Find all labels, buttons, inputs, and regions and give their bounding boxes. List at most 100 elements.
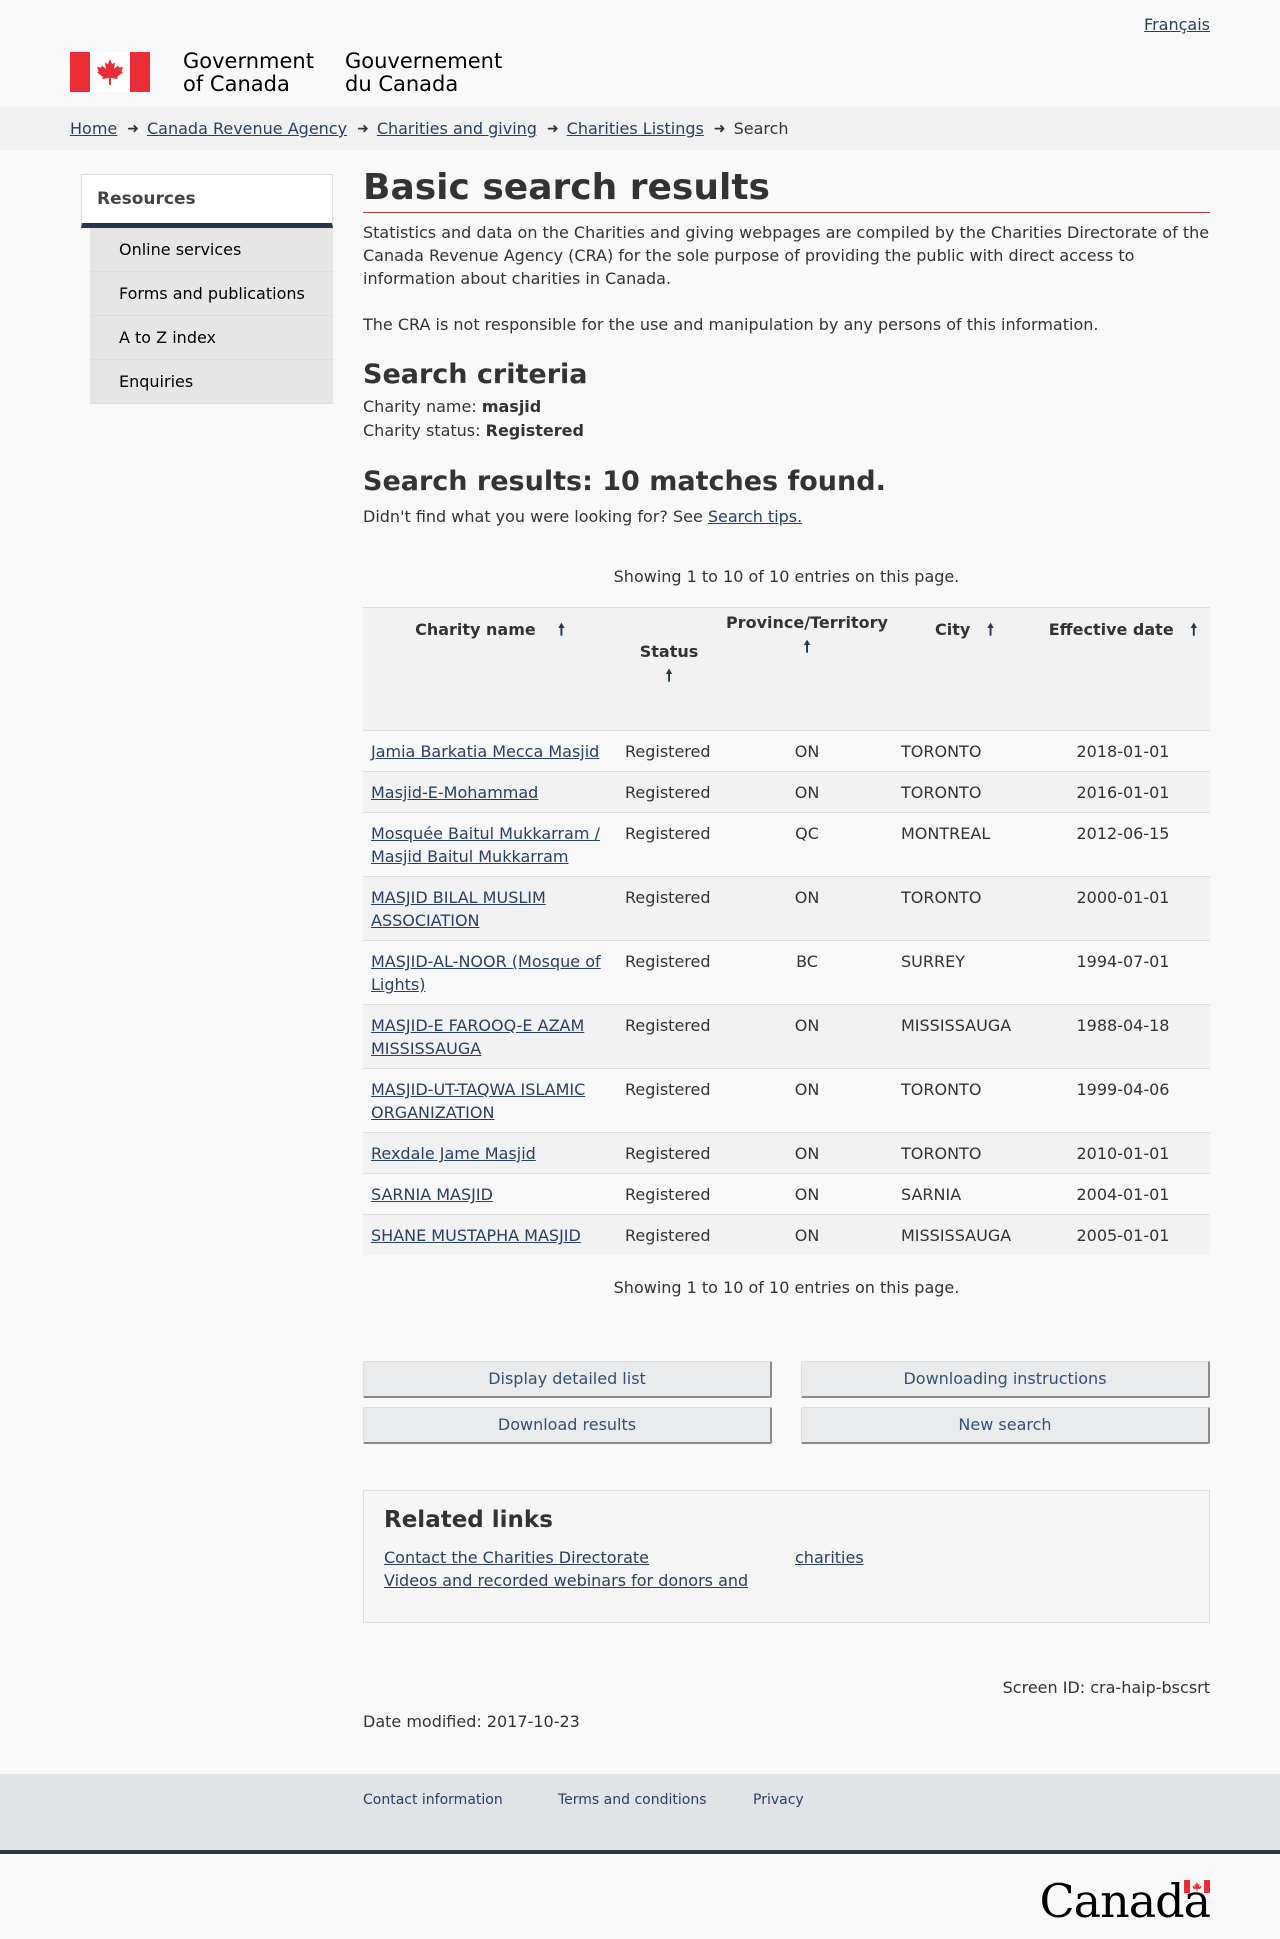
province-cell: ON [794,1144,820,1163]
province-cell: QC [795,824,819,843]
download-results-button[interactable]: Download results [363,1407,772,1444]
sidebar-title[interactable]: Resources [81,174,333,228]
breadcrumb-home[interactable]: Home [70,119,117,138]
search-criteria: Charity name: masjid Charity status: Reg… [363,395,1210,443]
effective-date-cell: 2005-01-01 [1076,1226,1170,1245]
criteria-heading: Search criteria [363,359,588,390]
table-row: SHANE MUSTAPHA MASJID Registered ON MISSISS… [363,1214,1210,1255]
sidebar-item-a-to-z[interactable]: A to Z index [90,316,333,360]
table-row: MASJID BILAL MUSLIM ASSOCIATION Registere… [363,876,1210,941]
sort-up-icon[interactable]: 🠕 [722,636,892,663]
language-toggle-link[interactable]: Français [1144,15,1210,34]
related-links-panel: Related links Contact the Charities Dire… [363,1490,1210,1623]
new-search-button[interactable]: New search [801,1407,1210,1444]
table-header-row: Charity name 🠕 Status 🠕 Province/Territo… [363,607,1210,731]
city-cell: MISSISSAUGA [901,1226,1012,1245]
screen-id: Screen ID: cra-haip-bscsrt [1002,1678,1210,1697]
city-cell: TORONTO [901,742,982,761]
status-cell: Registered [625,824,711,843]
table-row: Mosquée Baitul Mukkarram / Masjid Baitul… [363,812,1210,877]
province-cell: BC [796,952,818,971]
related-link-videos[interactable]: Videos and recorded webinars for donors … [384,1569,748,1592]
page-title: Basic search results [363,168,1210,213]
sort-up-icon[interactable]: 🠕 [1190,620,1197,639]
col-city[interactable]: City 🠕 [893,607,1036,731]
effective-date-cell: 2000-01-01 [1076,888,1170,907]
footer-terms-link[interactable]: Terms and conditions [558,1792,707,1808]
charity-name-link[interactable]: SHANE MUSTAPHA MASJID [371,1226,581,1245]
search-tips-text: Didn't find what you were looking for? S… [363,507,703,526]
breadcrumb-bar: Home ➜ Canada Revenue Agency ➜ Charities… [0,107,1280,150]
downloading-instructions-button[interactable]: Downloading instructions [801,1361,1210,1398]
charity-name-link[interactable]: MASJID-E FAROOQ-E AZAM MISSISSAUGA [371,1016,584,1058]
effective-date-cell: 2016-01-01 [1076,783,1170,802]
criteria-name-label: Charity name: [363,397,477,416]
results-table-body: Jamia Barkatia Mecca Masjid Registered ON T… [363,730,1210,1255]
breadcrumb-current: Search [733,119,789,138]
sidebar-item-enquiries[interactable]: Enquiries [90,360,333,404]
status-cell: Registered [625,952,711,971]
breadcrumb-charities-listings[interactable]: Charities Listings [567,119,704,138]
related-links-title: Related links [384,1507,553,1533]
charity-name-link[interactable]: SARNIA MASJID [371,1185,493,1204]
charity-name-link[interactable]: Mosquée Baitul Mukkarram / Masjid Baitul… [371,824,600,866]
canada-wordmark: Canada [1039,1874,1211,1928]
footer-privacy-link[interactable]: Privacy [753,1792,804,1808]
status-cell: Registered [625,1016,711,1035]
signature-french: Gouvernement du Canada [345,49,503,96]
city-cell: TORONTO [901,1144,982,1163]
arrow-right-icon: ➜ [127,120,139,137]
date-modified: Date modified: 2017-10-23 [363,1712,580,1731]
city-cell: SARNIA [901,1185,962,1204]
table-row: Rexdale Jame Masjid Registered ON TORONTO 20… [363,1132,1210,1174]
effective-date-cell: 2010-01-01 [1076,1144,1170,1163]
search-tips-link[interactable]: Search tips. [708,507,802,526]
table-row: MASJID-AL-NOOR (Mosque of Lights) Registe… [363,940,1210,1005]
related-link-charities[interactable]: charities [795,1546,864,1569]
col-charity-name[interactable]: Charity name 🠕 [363,607,617,731]
province-cell: ON [794,1080,820,1099]
city-cell: TORONTO [901,783,982,802]
footer-contact-link[interactable]: Contact information [363,1792,503,1808]
canada-flag-icon [70,52,150,92]
col-effective-date[interactable]: Effective date 🠕 [1036,607,1210,731]
col-province[interactable]: Province/Territory 🠕 [721,607,893,731]
sort-up-icon[interactable]: 🠕 [618,665,720,692]
display-detailed-list-button[interactable]: Display detailed list [363,1361,772,1398]
breadcrumb-charities-giving[interactable]: Charities and giving [377,119,537,138]
wordmark-flag-icon [1184,1880,1210,1893]
status-cell: Registered [625,1080,711,1099]
charity-name-link[interactable]: Jamia Barkatia Mecca Masjid [371,742,599,761]
province-cell: ON [794,742,820,761]
table-row: Jamia Barkatia Mecca Masjid Registered ON T… [363,730,1210,772]
entries-count-bottom: Showing 1 to 10 of 10 entries on this pa… [613,1278,960,1297]
table-row: MASJID-E FAROOQ-E AZAM MISSISSAUGA Regist… [363,1004,1210,1069]
results-heading: Search results: 10 matches found. [363,466,886,497]
related-link-contact[interactable]: Contact the Charities Directorate [384,1546,748,1569]
city-cell: TORONTO [901,1080,982,1099]
sort-up-icon[interactable]: 🠕 [987,620,994,639]
arrow-right-icon: ➜ [357,120,369,137]
charity-name-link[interactable]: MASJID-AL-NOOR (Mosque of Lights) [371,952,601,994]
criteria-status-label: Charity status: [363,421,481,440]
status-cell: Registered [625,742,711,761]
intro-text: Statistics and data on the Charities and… [363,221,1210,336]
table-row: Masjid-E-Mohammad Registered ON TORONTO 2016… [363,771,1210,813]
table-row: SARNIA MASJID Registered ON SARNIA 2004-01-0… [363,1173,1210,1215]
col-status[interactable]: Status 🠕 [617,607,721,731]
sort-up-icon[interactable]: 🠕 [558,620,565,639]
main-content: Basic search results Statistics and data… [363,168,1210,1297]
charity-name-link[interactable]: Rexdale Jame Masjid [371,1144,536,1163]
government-signature[interactable]: Government of Canada Gouvernement du Can… [70,50,515,96]
charity-name-link[interactable]: MASJID-UT-TAQWA ISLAMIC ORGANIZATION [371,1080,585,1122]
sidebar-item-online-services[interactable]: Online services [90,228,333,272]
effective-date-cell: 1988-04-18 [1076,1016,1170,1035]
status-cell: Registered [625,1226,711,1245]
sidebar-item-forms-publications[interactable]: Forms and publications [90,272,333,316]
effective-date-cell: 2018-01-01 [1076,742,1170,761]
breadcrumb-cra[interactable]: Canada Revenue Agency [147,119,347,138]
charity-name-link[interactable]: MASJID BILAL MUSLIM ASSOCIATION [371,888,546,930]
table-row: MASJID-UT-TAQWA ISLAMIC ORGANIZATION Regi… [363,1068,1210,1133]
charity-name-link[interactable]: Masjid-E-Mohammad [371,783,538,802]
results-table: Charity name 🠕 Status 🠕 Province/Territo… [363,607,1210,1255]
